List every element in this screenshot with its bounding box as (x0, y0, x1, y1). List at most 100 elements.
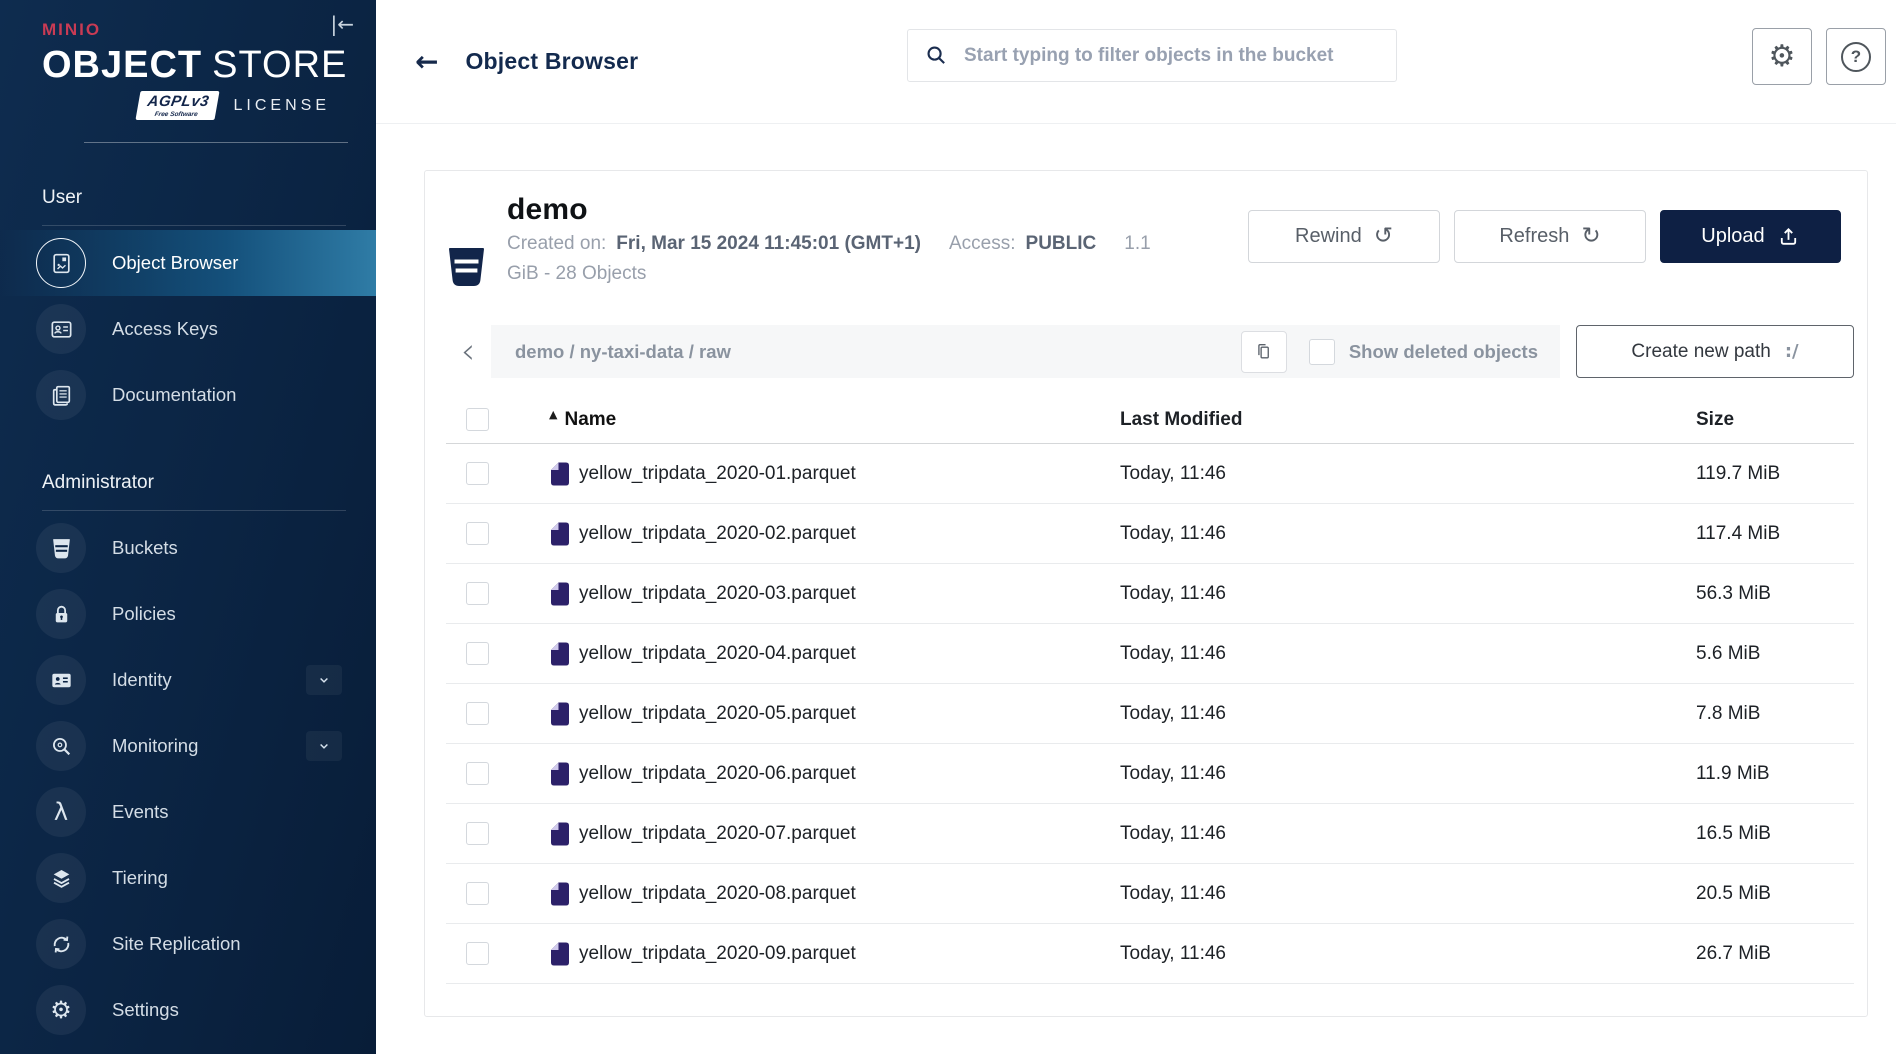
object-name-cell[interactable]: yellow_tripdata_2020-01.parquet (549, 461, 1120, 487)
upload-button[interactable]: Upload (1660, 210, 1841, 263)
settings-icon: ⚙ (36, 985, 86, 1035)
brand-minio-label: MINIO (42, 20, 376, 40)
table-row[interactable]: yellow_tripdata_2020-04.parquetToday, 11… (446, 624, 1854, 684)
bucket-size-line: GiB - 28 Objects (507, 261, 1161, 287)
show-deleted-checkbox[interactable] (1309, 339, 1335, 365)
logo: MINIO OBJECTSTORE AGPLv3 Free Software L… (0, 0, 376, 143)
sidebar-item-buckets[interactable]: Buckets (0, 515, 376, 581)
sidebar-item-label: Events (112, 801, 169, 823)
row-checkbox[interactable] (466, 462, 489, 485)
sidebar-item-label: Site Replication (112, 933, 241, 955)
sidebar-item-documentation[interactable]: Documentation (0, 362, 376, 428)
sidebar-item-events[interactable]: λ Events (0, 779, 376, 845)
file-icon (549, 701, 571, 727)
sidebar-item-identity[interactable]: Identity (0, 647, 376, 713)
settings-button[interactable]: ⚙ (1752, 28, 1812, 85)
help-button[interactable]: ? (1826, 28, 1886, 85)
object-name-cell[interactable]: yellow_tripdata_2020-09.parquet (549, 941, 1120, 967)
object-size: 26.7 MiB (1696, 943, 1854, 965)
row-checkbox[interactable] (466, 582, 489, 605)
row-checkbox[interactable] (466, 822, 489, 845)
main-area: ← Object Browser ⚙ ? (376, 0, 1896, 1054)
row-checkbox[interactable] (466, 762, 489, 785)
sidebar-item-label: Identity (112, 669, 172, 691)
table-row[interactable]: yellow_tripdata_2020-05.parquetToday, 11… (446, 684, 1854, 744)
last-modified: Today, 11:46 (1120, 643, 1696, 665)
sidebar-item-policies[interactable]: Policies (0, 581, 376, 647)
column-header-name[interactable]: ▲ Name (549, 409, 1120, 431)
help-icon: ? (1841, 42, 1871, 72)
events-icon: λ (36, 787, 86, 837)
path-back-chevron-icon[interactable]: ‹ (445, 325, 491, 378)
table-body: yellow_tripdata_2020-01.parquet Today, 11… (446, 444, 1854, 984)
object-name: yellow_tripdata_2020-06.parquet (579, 763, 856, 785)
sidebar-item-site-replication[interactable]: Site Replication (0, 911, 376, 977)
table-row[interactable]: yellow_tripdata_2020-01.parquetToday, 11… (446, 444, 1854, 504)
column-header-size[interactable]: Size (1696, 409, 1854, 431)
agpl-badge-main: AGPLv3 (146, 93, 210, 110)
object-browser-icon (36, 238, 86, 288)
object-name-cell[interactable]: yellow_tripdata_2020-02.parquet (549, 521, 1120, 547)
refresh-icon: ↻ (1581, 225, 1600, 248)
object-name-cell[interactable]: yellow_tripdata_2020-05.parquet (549, 701, 1120, 727)
created-label: Created on: (507, 233, 606, 254)
sidebar-item-tiering[interactable]: Tiering (0, 845, 376, 911)
sidebar-item-object-browser[interactable]: Object Browser (0, 230, 376, 296)
chevron-down-icon[interactable] (306, 665, 342, 695)
object-name-cell[interactable]: yellow_tripdata_2020-03.parquet (549, 581, 1120, 607)
object-size: 7.8 MiB (1696, 703, 1854, 725)
sidebar-item-settings[interactable]: ⚙Settings (0, 977, 376, 1043)
last-modified: Today, 11:46 (1120, 583, 1696, 605)
row-checkbox[interactable] (466, 522, 489, 545)
search-wrap (907, 29, 1397, 82)
object-name-cell[interactable]: yellow_tripdata_2020-06.parquet (549, 761, 1120, 787)
row-checkbox[interactable] (466, 702, 489, 725)
object-size: 5.6 MiB (1696, 643, 1854, 665)
bucket-name: demo (507, 193, 1161, 227)
table-row[interactable]: yellow_tripdata_2020-06.parquetToday, 11… (446, 744, 1854, 804)
monitoring-icon (36, 721, 86, 771)
sidebar-item-access-keys[interactable]: Access Keys (0, 296, 376, 362)
object-name: yellow_tripdata_2020-02.parquet (579, 523, 856, 545)
object-name-cell[interactable]: yellow_tripdata_2020-08.parquet (549, 881, 1120, 907)
created-value: Fri, Mar 15 2024 11:45:01 (GMT+1) (616, 233, 921, 254)
object-name: yellow_tripdata_2020-09.parquet (579, 943, 856, 965)
sidebar: |← MINIO OBJECTSTORE AGPLv3 Free Softwar… (0, 0, 376, 1054)
table-row[interactable]: yellow_tripdata_2020-02.parquetToday, 11… (446, 504, 1854, 564)
access-label: Access: (949, 233, 1016, 254)
sidebar-item-label: Policies (112, 603, 176, 625)
column-header-modified[interactable]: Last Modified (1120, 409, 1696, 431)
sidebar-item-label: Monitoring (112, 735, 198, 757)
copy-path-button[interactable] (1241, 331, 1287, 373)
row-checkbox[interactable] (466, 642, 489, 665)
object-size: 16.5 MiB (1696, 823, 1854, 845)
sidebar-collapse-icon[interactable]: |← (331, 14, 355, 34)
back-arrow-icon[interactable]: ← (415, 48, 438, 76)
path-bar: demo / ny-taxi-data / raw Show deleted o… (491, 325, 1560, 378)
row-checkbox[interactable] (466, 882, 489, 905)
access-keys-icon (36, 304, 86, 354)
table-header-row: ▲ Name Last Modified Size (446, 396, 1854, 444)
table-row[interactable]: yellow_tripdata_2020-07.parquetToday, 11… (446, 804, 1854, 864)
app-root: |← MINIO OBJECTSTORE AGPLv3 Free Softwar… (0, 0, 1896, 1054)
rewind-label: Rewind (1295, 225, 1362, 248)
object-name-cell[interactable]: yellow_tripdata_2020-04.parquet (549, 641, 1120, 667)
section-divider (42, 225, 346, 226)
refresh-button[interactable]: Refresh ↻ (1454, 210, 1646, 263)
search-input[interactable] (907, 29, 1397, 82)
create-new-path-button[interactable]: Create new path :/ (1576, 325, 1854, 378)
logo-divider (84, 142, 348, 143)
rewind-button[interactable]: Rewind ↺ (1248, 210, 1440, 263)
chevron-down-icon[interactable] (306, 731, 342, 761)
row-checkbox[interactable] (466, 942, 489, 965)
sidebar-item-monitoring[interactable]: Monitoring (0, 713, 376, 779)
brand-title-store: STORE (212, 44, 347, 86)
object-name-cell[interactable]: yellow_tripdata_2020-07.parquet (549, 821, 1120, 847)
last-modified: Today, 11:46 (1120, 883, 1696, 905)
object-size: 117.4 MiB (1696, 523, 1854, 545)
table-row[interactable]: yellow_tripdata_2020-09.parquetToday, 11… (446, 924, 1854, 984)
brand-title-object: OBJECT (42, 44, 202, 86)
select-all-checkbox[interactable] (466, 408, 489, 431)
table-row[interactable]: yellow_tripdata_2020-03.parquetToday, 11… (446, 564, 1854, 624)
table-row[interactable]: yellow_tripdata_2020-08.parquetToday, 11… (446, 864, 1854, 924)
